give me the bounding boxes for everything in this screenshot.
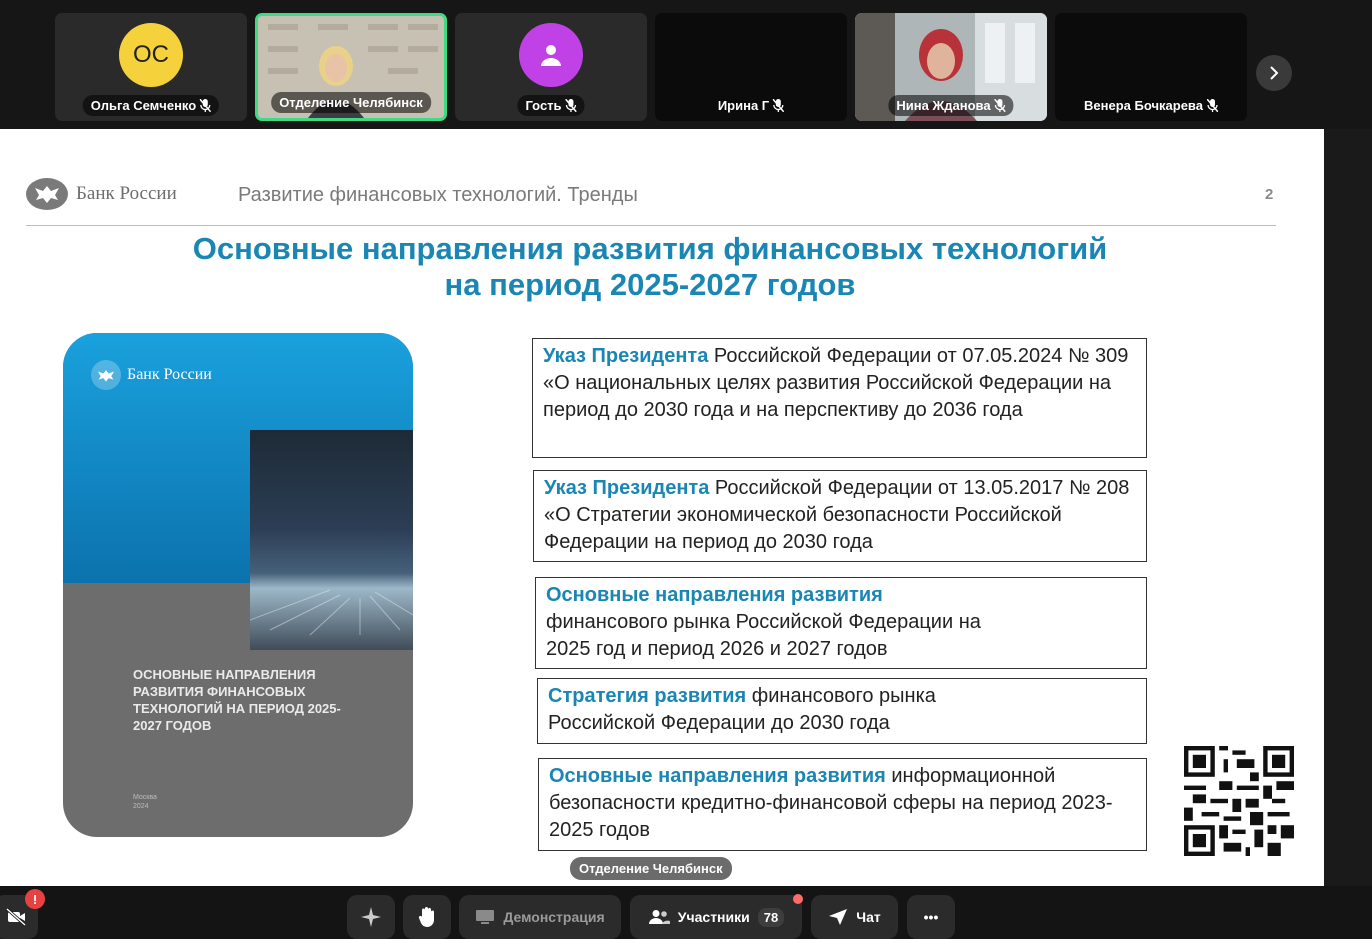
- box-highlight: Указ Президента: [544, 477, 710, 499]
- box-highlight: Основные направления развития: [549, 765, 886, 787]
- effects-button[interactable]: [347, 895, 395, 939]
- avatar: ОС: [119, 23, 183, 87]
- slide-title-line: на период 2025-2027 годов: [444, 267, 856, 302]
- mic-muted-icon: [200, 99, 212, 112]
- participant-name-pill: Ирина Г: [710, 95, 792, 116]
- cover-footer: Москва 2024: [133, 793, 157, 811]
- box-highlight: Стратегия развития: [548, 685, 747, 707]
- cover-city: Москва: [133, 794, 157, 801]
- eagle-emblem-icon: [91, 360, 121, 390]
- chat-button[interactable]: Чат: [811, 895, 898, 939]
- participant-name-pill: Отделение Челябинск: [271, 92, 431, 113]
- participant-strip: ОС Ольга Семченко Отделение Челябинск Го…: [0, 0, 1372, 129]
- qr-code: [1184, 746, 1294, 856]
- chat-label: Чат: [856, 909, 881, 925]
- eagle-emblem-icon: [26, 178, 68, 210]
- monitor-icon: [476, 910, 495, 924]
- participant-name: Ирина Г: [717, 98, 770, 113]
- more-dots-icon: •••: [923, 909, 939, 925]
- alert-badge[interactable]: !: [25, 889, 45, 909]
- slide-title: Основные направления развития финансовых…: [100, 231, 1200, 303]
- participant-tile-active[interactable]: Отделение Челябинск: [255, 13, 447, 121]
- slide-subtitle: Развитие финансовых технологий. Тренды: [238, 184, 638, 206]
- logo-text: Банк России: [76, 183, 177, 204]
- slide-page-number: 2: [1265, 186, 1274, 203]
- participant-name-pill: Венера Бочкарева: [1076, 95, 1226, 116]
- participant-tile[interactable]: Ирина Г: [655, 13, 847, 121]
- participant-name: Отделение Челябинск: [279, 95, 423, 110]
- notification-dot: [793, 894, 803, 904]
- screen-share-button[interactable]: Демонстрация: [459, 895, 621, 939]
- shared-screen-slide: Банк России Развитие финансовых технолог…: [0, 129, 1324, 886]
- active-speaker-label: Отделение Челябинск: [570, 857, 732, 880]
- video-conference-window: ОС Ольга Семченко Отделение Челябинск Го…: [0, 0, 1372, 939]
- chevron-right-icon: [1270, 66, 1279, 80]
- bottom-toolbar: Демонстрация Участники 78 Чат •••: [0, 886, 1372, 939]
- participant-name: Гость: [525, 98, 562, 113]
- box-highlight: Основные направления развития: [546, 584, 883, 606]
- cover-title: ОСНОВНЫЕ НАПРАВЛЕНИЯ РАЗВИТИЯ ФИНАНСОВЫХ…: [133, 667, 341, 733]
- camera-off-icon: [6, 908, 26, 926]
- cover-logo-text: Банк России: [127, 366, 212, 383]
- participant-tile[interactable]: ОС Ольга Семченко: [55, 13, 247, 121]
- side-panel-edge: [1324, 129, 1372, 886]
- user-icon: [541, 45, 561, 66]
- document-reference-box: Основные направления развития информацио…: [538, 758, 1147, 851]
- participant-name: Нина Жданова: [896, 98, 991, 113]
- header-divider: [26, 225, 1276, 226]
- sparkle-icon: [361, 907, 381, 927]
- mic-muted-icon: [773, 99, 785, 112]
- cover-year: 2024: [133, 803, 149, 810]
- document-reference-box: Указ Президента Российской Федерации от …: [533, 470, 1147, 562]
- mic-muted-icon: [1206, 99, 1218, 112]
- send-icon: [829, 909, 848, 925]
- next-participants-button[interactable]: [1256, 55, 1292, 91]
- document-cover-image: Банк России ОСНОВНЫЕ НАПРАВЛЕНИЯ РАЗВИТИ…: [63, 333, 413, 837]
- box-highlight: Указ Президента: [543, 345, 709, 367]
- participants-button[interactable]: Участники 78: [630, 895, 802, 939]
- participant-tile[interactable]: Нина Жданова: [855, 13, 1047, 121]
- document-reference-box: Основные направления развития финансовог…: [535, 577, 1147, 669]
- mic-muted-icon: [565, 99, 577, 112]
- bank-logo: Банк России: [26, 178, 177, 210]
- participant-name-pill: Ольга Семченко: [82, 95, 220, 116]
- box-text: финансового рынка Российской Федерации н…: [546, 611, 981, 660]
- participants-count-badge: 78: [757, 907, 785, 927]
- participant-name: Ольга Семченко: [90, 98, 197, 113]
- mic-muted-icon: [994, 99, 1006, 112]
- participants-label: Участники: [677, 909, 750, 925]
- participant-tile[interactable]: Венера Бочкарева: [1055, 13, 1247, 121]
- hand-icon: [418, 907, 434, 927]
- participant-name: Венера Бочкарева: [1084, 98, 1203, 113]
- city-lights-photo: [249, 430, 413, 650]
- participant-tile[interactable]: Гость: [455, 13, 647, 121]
- document-reference-box: Указ Президента Российской Федерации от …: [532, 338, 1147, 458]
- slide-title-line: Основные направления развития финансовых…: [192, 231, 1108, 266]
- raise-hand-button[interactable]: [403, 895, 451, 939]
- cover-logo: Банк России: [91, 360, 212, 390]
- participant-name-pill: Гость: [517, 95, 585, 116]
- guest-avatar: [519, 23, 583, 87]
- participant-name-pill: Нина Жданова: [888, 95, 1014, 116]
- people-icon: [648, 910, 670, 924]
- more-options-button[interactable]: •••: [907, 895, 955, 939]
- screen-share-label: Демонстрация: [503, 909, 605, 925]
- document-reference-box: Стратегия развития финансового рынка Рос…: [537, 678, 1147, 744]
